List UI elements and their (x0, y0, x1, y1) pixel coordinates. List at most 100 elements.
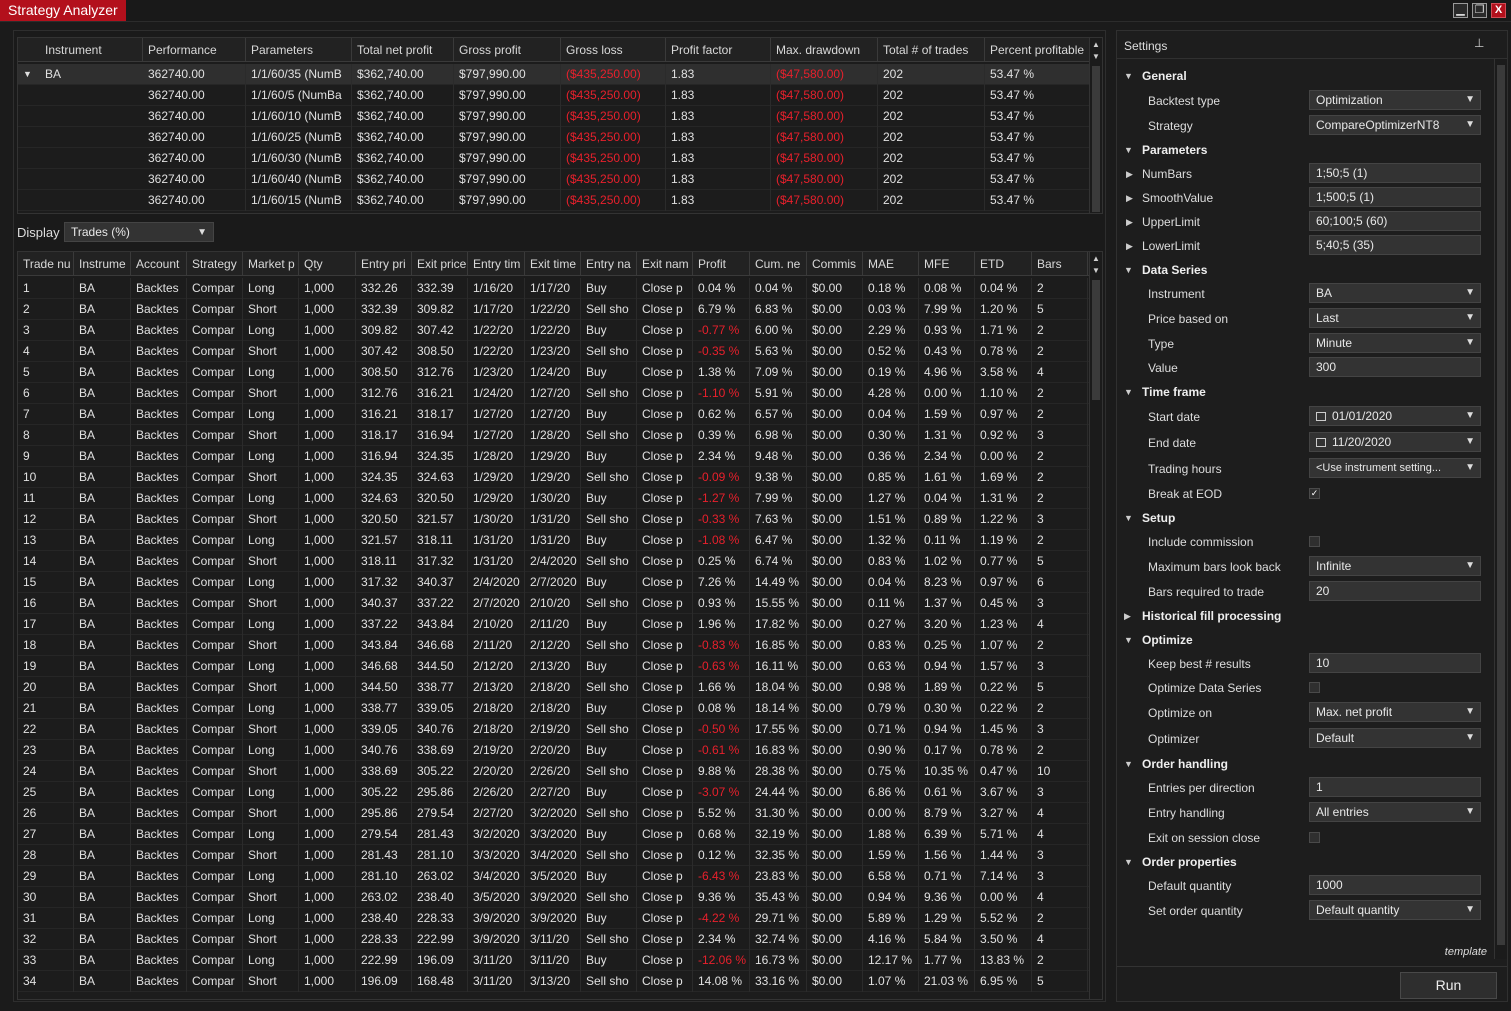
trade-row[interactable]: 32 BA Backtes Compar Short 1,000 228.33 222.99 3… (18, 929, 1089, 950)
group-general[interactable]: General (1142, 69, 1187, 83)
strategy-select[interactable]: CompareOptimizerNT8 ▼ (1309, 115, 1481, 135)
trade-row[interactable]: 11 BA Backtes Compar Long 1,000 324.63 320.50 1/… (18, 488, 1089, 509)
trade-row[interactable]: 30 BA Backtes Compar Short 1,000 263.02 238.40 3… (18, 887, 1089, 908)
group-order-properties[interactable]: Order properties (1142, 855, 1237, 869)
trade-row[interactable]: 34 BA Backtes Compar Short 1,000 196.09 168.48 3… (18, 971, 1089, 992)
collapse-icon[interactable]: ▼ (18, 64, 40, 85)
trade-row[interactable]: 13 BA Backtes Compar Long 1,000 321.57 318.11 1/… (18, 530, 1089, 551)
collapse-icon[interactable]: ▼ (1124, 513, 1133, 523)
trade-row[interactable]: 33 BA Backtes Compar Long 1,000 222.99 196.09 3/… (18, 950, 1089, 971)
trades-column-header[interactable]: Account (131, 252, 187, 276)
trade-row[interactable]: 26 BA Backtes Compar Short 1,000 295.86 279.54 2… (18, 803, 1089, 824)
bars-required-input[interactable]: 20 (1309, 581, 1481, 601)
trade-row[interactable]: 19 BA Backtes Compar Long 1,000 346.68 344.50 2/… (18, 656, 1089, 677)
results-row[interactable]: 362740.00 1/1/60/15 (NumB $362,740.00 $797,… (18, 190, 1090, 211)
group-historical-fill[interactable]: Historical fill processing (1142, 609, 1281, 623)
value-input[interactable]: 300 (1309, 357, 1481, 377)
trades-grid[interactable]: Trade nu Instrume Account Strategy Market pQ… (17, 251, 1103, 1000)
trade-row[interactable]: 27 BA Backtes Compar Long 1,000 279.54 281.43 3/… (18, 824, 1089, 845)
group-optimize[interactable]: Optimize (1142, 633, 1193, 647)
optimizer-select[interactable]: Default ▼ (1309, 728, 1481, 748)
results-column-header[interactable]: Total net profit (352, 38, 454, 62)
trade-row[interactable]: 23 BA Backtes Compar Long 1,000 340.76 338.69 2/… (18, 740, 1089, 761)
numbars-input[interactable]: 1;50;5 (1) (1309, 163, 1481, 183)
expand-icon[interactable]: ▶ (1126, 169, 1133, 180)
price-based-on-select[interactable]: Last ▼ (1309, 308, 1481, 328)
entry-handling-select[interactable]: All entries ▼ (1309, 802, 1481, 822)
instrument-select[interactable]: BA ▼ (1309, 283, 1481, 303)
collapse-icon[interactable]: ▼ (1124, 857, 1133, 867)
results-column-header[interactable]: Instrument (40, 38, 143, 62)
trades-column-header[interactable]: Entry tim (468, 252, 525, 276)
collapse-icon[interactable]: ▼ (1124, 265, 1133, 275)
pin-icon[interactable]: ⊥ (1474, 36, 1484, 50)
display-select[interactable]: Trades (%) ▼ (64, 222, 214, 242)
trades-column-header[interactable]: Exit nam (637, 252, 693, 276)
run-button[interactable]: Run (1400, 972, 1497, 999)
collapse-icon[interactable]: ▼ (1124, 387, 1133, 397)
trade-row[interactable]: 15 BA Backtes Compar Long 1,000 317.32 340.37 2/… (18, 572, 1089, 593)
trades-column-header[interactable]: Entry pri (356, 252, 412, 276)
results-column-header[interactable]: Profit factor (666, 38, 771, 62)
trade-row[interactable]: 12 BA Backtes Compar Short 1,000 320.50 321.57 1… (18, 509, 1089, 530)
trades-column-header[interactable]: Market p (243, 252, 299, 276)
trade-row[interactable]: 5 BA Backtes Compar Long 1,000 308.50 312.76 1/2… (18, 362, 1089, 383)
results-row[interactable]: 362740.00 1/1/60/10 (NumB $362,740.00 $797,… (18, 106, 1090, 127)
trade-row[interactable]: 14 BA Backtes Compar Short 1,000 318.11 317.32 1… (18, 551, 1089, 572)
entries-per-direction-input[interactable]: 1 (1309, 777, 1481, 797)
minimize-button[interactable]: ▁ (1453, 3, 1468, 18)
trade-row[interactable]: 20 BA Backtes Compar Short 1,000 344.50 338.77 2… (18, 677, 1089, 698)
trade-row[interactable]: 3 BA Backtes Compar Long 1,000 309.82 307.42 1/2… (18, 320, 1089, 341)
results-scroll-thumb[interactable] (1092, 66, 1100, 212)
end-date-picker[interactable]: 11/20/2020 ▼ (1309, 432, 1481, 452)
results-row[interactable]: 362740.00 1/1/60/30 (NumB $362,740.00 $797,… (18, 148, 1090, 169)
trading-hours-select[interactable]: <Use instrument setting... ▼ (1309, 458, 1481, 478)
scroll-down-icon[interactable]: ▼ (1090, 265, 1102, 277)
trade-row[interactable]: 21 BA Backtes Compar Long 1,000 338.77 339.05 2/… (18, 698, 1089, 719)
default-quantity-input[interactable]: 1000 (1309, 875, 1481, 895)
trades-column-header[interactable]: Trade nu (18, 252, 74, 276)
type-select[interactable]: Minute ▼ (1309, 333, 1481, 353)
settings-scrollbar[interactable] (1494, 59, 1507, 959)
trade-row[interactable]: 7 BA Backtes Compar Long 1,000 316.21 318.17 1/2… (18, 404, 1089, 425)
max-bars-lookback-select[interactable]: Infinite ▼ (1309, 556, 1481, 576)
trade-row[interactable]: 17 BA Backtes Compar Long 1,000 337.22 343.84 2/… (18, 614, 1089, 635)
settings-scroll-thumb[interactable] (1497, 65, 1505, 945)
maximize-button[interactable]: ❐ (1472, 3, 1487, 18)
trades-column-header[interactable]: ETD (975, 252, 1032, 276)
results-column-header[interactable]: Gross profit (454, 38, 561, 62)
expand-icon[interactable]: ▶ (1126, 217, 1133, 228)
trades-scroll-thumb[interactable] (1092, 280, 1100, 400)
results-row[interactable]: 362740.00 1/1/60/5 (NumBa $362,740.00 $797,… (18, 85, 1090, 106)
set-order-quantity-select[interactable]: Default quantity ▼ (1309, 900, 1481, 920)
trade-row[interactable]: 8 BA Backtes Compar Short 1,000 318.17 316.94 1/… (18, 425, 1089, 446)
trade-row[interactable]: 24 BA Backtes Compar Short 1,000 338.69 305.22 2… (18, 761, 1089, 782)
group-parameters[interactable]: Parameters (1142, 143, 1207, 157)
trades-column-header[interactable]: Exit price (412, 252, 468, 276)
results-column-header[interactable]: Total # of trades (878, 38, 985, 62)
scroll-up-icon[interactable]: ▲ (1090, 39, 1102, 51)
collapse-icon[interactable]: ▼ (1124, 635, 1133, 645)
trade-row[interactable]: 1 BA Backtes Compar Long 1,000 332.26 332.39 1/1… (18, 278, 1089, 299)
trades-column-header[interactable]: Strategy (187, 252, 243, 276)
trades-column-header[interactable]: Commis (807, 252, 863, 276)
trade-row[interactable]: 29 BA Backtes Compar Long 1,000 281.10 263.02 3/… (18, 866, 1089, 887)
lowerlimit-input[interactable]: 5;40;5 (35) (1309, 235, 1481, 255)
expand-icon[interactable]: ▶ (1124, 611, 1131, 622)
collapse-icon[interactable]: ▼ (1124, 145, 1133, 155)
results-row[interactable]: 362740.00 1/1/60/40 (NumB $362,740.00 $797,… (18, 169, 1090, 190)
template-link[interactable]: template (1445, 946, 1487, 958)
group-time-frame[interactable]: Time frame (1142, 385, 1206, 399)
scroll-up-icon[interactable]: ▲ (1090, 253, 1102, 265)
smoothvalue-input[interactable]: 1;500;5 (1) (1309, 187, 1481, 207)
upperlimit-input[interactable]: 60;100;5 (60) (1309, 211, 1481, 231)
expand-icon[interactable]: ▶ (1126, 241, 1133, 252)
trade-row[interactable]: 31 BA Backtes Compar Long 1,000 238.40 228.33 3/… (18, 908, 1089, 929)
backtest-type-select[interactable]: Optimization ▼ (1309, 90, 1481, 110)
optimization-results-grid[interactable]: Instrument Performance Parameters Total net… (17, 37, 1103, 214)
close-button[interactable]: X (1491, 3, 1506, 18)
keep-best-input[interactable]: 10 (1309, 653, 1481, 673)
trades-column-header[interactable]: Bars (1032, 252, 1088, 276)
scroll-down-icon[interactable]: ▼ (1090, 51, 1102, 63)
trades-scrollbar[interactable]: ▲ ▼ (1089, 252, 1102, 999)
